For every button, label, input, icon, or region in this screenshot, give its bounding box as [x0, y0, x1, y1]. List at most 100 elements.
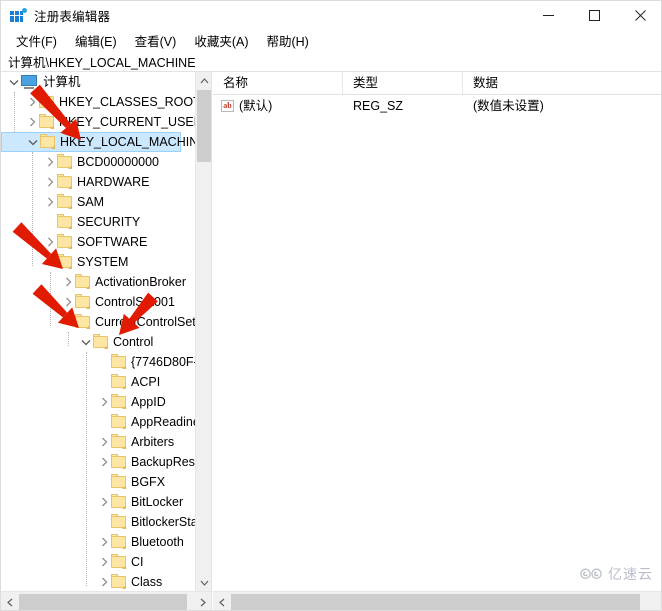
- tree-node-bluetooth[interactable]: Bluetooth: [1, 532, 196, 552]
- tree-node-controlset001[interactable]: ControlSet001: [1, 292, 196, 312]
- menu-favorites[interactable]: 收藏夹(A): [185, 29, 257, 53]
- maximize-button[interactable]: [571, 1, 617, 30]
- folder-icon: [75, 313, 90, 329]
- tree-node-backupresto[interactable]: BackupResto: [1, 452, 196, 472]
- folder-icon: [75, 293, 90, 309]
- tree-node-7746d80f-9[interactable]: {7746D80F-9: [1, 352, 196, 372]
- chevron-down-icon[interactable]: [43, 252, 57, 272]
- tree-scroll-right-icon[interactable]: [194, 592, 211, 610]
- tree-node-label: BitlockerStat: [131, 515, 196, 529]
- tree-node-bitlockerstat[interactable]: BitlockerStat: [1, 512, 196, 532]
- tree-node-control[interactable]: Control: [1, 332, 196, 352]
- tree-scroll-up-icon[interactable]: [196, 72, 211, 89]
- folder-icon: [111, 533, 126, 549]
- title-bar: 注册表编辑器: [1, 1, 661, 30]
- tree-node-arbiters[interactable]: Arbiters: [1, 432, 196, 452]
- tree-node-bitlocker[interactable]: BitLocker: [1, 492, 196, 512]
- column-header-type[interactable]: 类型: [343, 72, 463, 94]
- registry-editor-window: 注册表编辑器 文件(F) 编辑(E) 查看(V) 收藏夹(A) 帮助(H) 计算…: [0, 0, 662, 611]
- chevron-right-icon[interactable]: [97, 492, 111, 512]
- folder-icon: [111, 573, 126, 589]
- close-button[interactable]: [617, 1, 661, 30]
- chevron-right-icon[interactable]: [97, 552, 111, 572]
- column-header-data[interactable]: 数据: [463, 72, 661, 94]
- chevron-down-icon[interactable]: [26, 132, 40, 152]
- tree-hscrollbar-thumb[interactable]: [19, 594, 187, 610]
- folder-icon: [93, 333, 108, 349]
- registry-tree-viewport: 计算机 HKEY_CLASSES_ROOT HKEY_CURRENT_USER HKE…: [1, 72, 196, 591]
- values-horizontal-scrollbar[interactable]: [213, 591, 661, 610]
- tree-node-hkey-local-machine[interactable]: HKEY_LOCAL_MACHINE: [1, 132, 196, 152]
- tree-node-class[interactable]: Class: [1, 572, 196, 591]
- folder-icon: [111, 393, 126, 409]
- tree-node-label: HARDWARE: [77, 175, 150, 189]
- tree-node-label: ACPI: [131, 375, 161, 389]
- folder-icon: [75, 273, 90, 289]
- tree-node-acpi[interactable]: ACPI: [1, 372, 196, 392]
- tree-node-activationbroker[interactable]: ActivationBroker: [1, 272, 196, 292]
- chevron-right-icon[interactable]: [97, 452, 111, 472]
- column-header-name[interactable]: 名称: [213, 72, 343, 94]
- ab-string-icon: ab: [221, 100, 234, 112]
- chevron-right-icon[interactable]: [61, 292, 75, 312]
- chevron-right-icon[interactable]: [43, 152, 57, 172]
- tree-node-[interactable]: 计算机: [1, 72, 196, 92]
- chevron-right-icon[interactable]: [97, 572, 111, 591]
- tree-node-appid[interactable]: AppID: [1, 392, 196, 412]
- tree-scrollbar-thumb[interactable]: [197, 90, 211, 162]
- menu-edit[interactable]: 编辑(E): [66, 29, 126, 53]
- minimize-button[interactable]: [525, 1, 571, 30]
- tree-node-sam[interactable]: SAM: [1, 192, 196, 212]
- tree-node-software[interactable]: SOFTWARE: [1, 232, 196, 252]
- folder-icon: [39, 113, 54, 129]
- values-scroll-left-icon[interactable]: [213, 592, 230, 610]
- tree-node-bgfx[interactable]: BGFX: [1, 472, 196, 492]
- tree-node-label: Class: [131, 575, 163, 589]
- menu-help[interactable]: 帮助(H): [257, 29, 317, 53]
- values-hscrollbar-thumb[interactable]: [231, 594, 640, 610]
- computer-icon: [21, 75, 38, 89]
- tree-node-currentcontrolset[interactable]: CurrentControlSet: [1, 312, 196, 332]
- tree-node-label: SECURITY: [77, 215, 141, 229]
- tree-node-ci[interactable]: CI: [1, 552, 196, 572]
- chevron-down-icon[interactable]: [7, 72, 21, 92]
- tree-node-system[interactable]: SYSTEM: [1, 252, 196, 272]
- tree-node-hardware[interactable]: HARDWARE: [1, 172, 196, 192]
- folder-icon: [111, 433, 126, 449]
- chevron-right-icon[interactable]: [61, 272, 75, 292]
- tree-scroll-left-icon[interactable]: [1, 592, 18, 610]
- chevron-right-icon[interactable]: [97, 532, 111, 552]
- folder-icon: [111, 413, 126, 429]
- tree-node-hkey-classes-root[interactable]: HKEY_CLASSES_ROOT: [1, 92, 196, 112]
- chevron-right-icon[interactable]: [43, 172, 57, 192]
- menu-view[interactable]: 查看(V): [126, 29, 186, 53]
- tree-vertical-scrollbar[interactable]: [195, 72, 211, 591]
- chevron-right-icon[interactable]: [25, 112, 39, 132]
- registry-tree-pane: 计算机 HKEY_CLASSES_ROOT HKEY_CURRENT_USER HKE…: [1, 72, 212, 610]
- tree-horizontal-scrollbar[interactable]: [1, 591, 211, 610]
- tree-node-label: ControlSet001: [95, 295, 175, 309]
- tree-node-appreadines[interactable]: AppReadines: [1, 412, 196, 432]
- chevron-down-icon[interactable]: [61, 312, 75, 332]
- chevron-down-icon[interactable]: [79, 332, 93, 352]
- tree-node-label: SAM: [77, 195, 105, 209]
- tree-scroll-down-icon[interactable]: [196, 574, 211, 591]
- table-row[interactable]: ab (默认) REG_SZ (数值未设置): [213, 97, 661, 116]
- chevron-right-icon[interactable]: [97, 432, 111, 452]
- chevron-right-icon[interactable]: [25, 92, 39, 112]
- window-controls: [525, 1, 661, 30]
- value-data: (数值未设置): [473, 99, 544, 113]
- tree-node-bcd00000000[interactable]: BCD00000000: [1, 152, 196, 172]
- address-bar[interactable]: 计算机\HKEY_LOCAL_MACHINE: [1, 51, 661, 72]
- tree-node-security[interactable]: SECURITY: [1, 212, 196, 232]
- tree-node-hkey-current-user[interactable]: HKEY_CURRENT_USER: [1, 112, 196, 132]
- chevron-right-icon[interactable]: [43, 232, 57, 252]
- folder-icon: [57, 233, 72, 249]
- chevron-right-icon[interactable]: [97, 392, 111, 412]
- menu-file[interactable]: 文件(F): [7, 29, 66, 53]
- chevron-right-icon[interactable]: [43, 192, 57, 212]
- tree-node-label: BCD00000000: [77, 155, 160, 169]
